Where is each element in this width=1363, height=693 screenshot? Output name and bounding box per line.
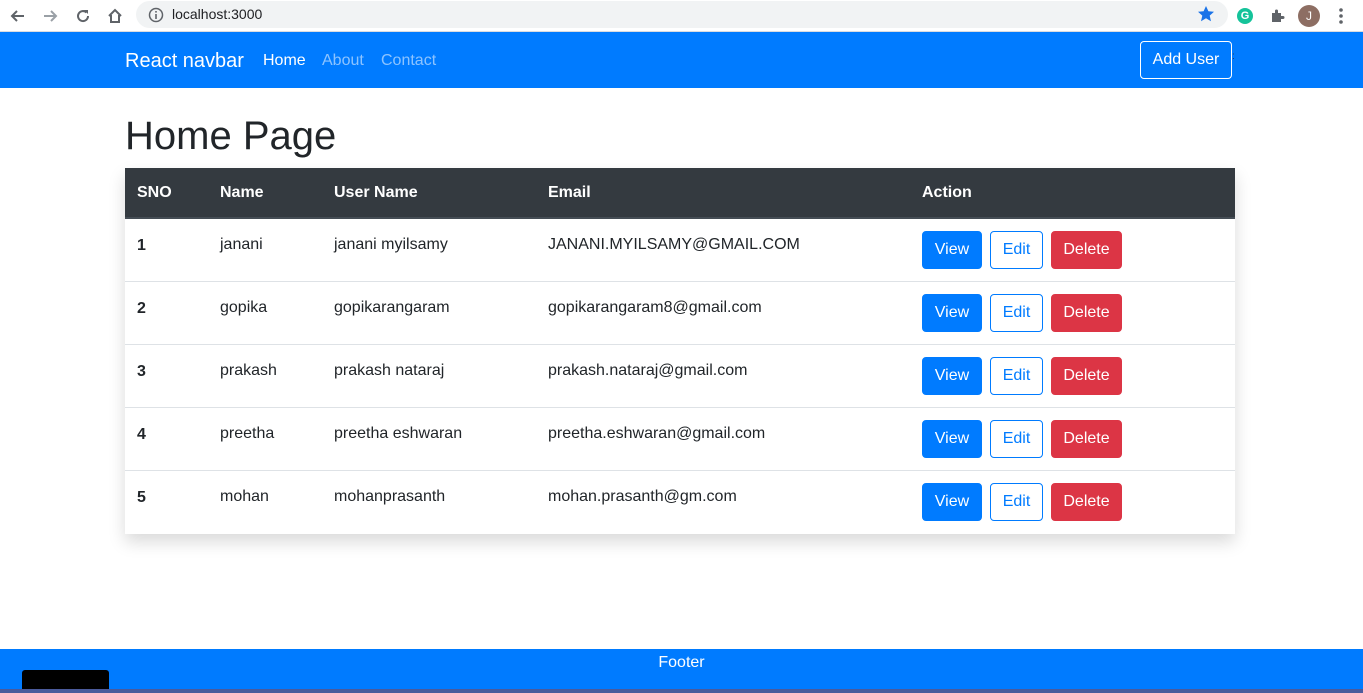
- cell-email: mohan.prasanth@gm.com: [548, 487, 737, 505]
- view-button[interactable]: View: [922, 293, 982, 332]
- address-bar[interactable]: localhost:3000: [136, 1, 1228, 28]
- column-header-action: Action: [910, 168, 1235, 219]
- reload-icon[interactable]: [71, 4, 95, 28]
- info-icon[interactable]: [148, 7, 164, 28]
- drag-handle-icon: :: [1232, 51, 1235, 62]
- more-menu-icon[interactable]: [1329, 4, 1353, 28]
- table-header-row: SNO Name User Name Email Action: [125, 168, 1235, 219]
- grammarly-extension-icon[interactable]: G: [1233, 4, 1257, 28]
- view-button[interactable]: View: [922, 482, 982, 521]
- cell-actions: View Edit Delete: [910, 281, 1235, 344]
- cell-name: gopika: [220, 298, 268, 316]
- cell-name: janani: [220, 236, 263, 253]
- home-icon[interactable]: [103, 4, 127, 28]
- add-user-button[interactable]: Add User: [1140, 41, 1232, 79]
- cell-sno: 2: [137, 299, 146, 317]
- table-row: 3 prakash prakash nataraj prakash.natara…: [125, 344, 1235, 407]
- cell-actions: View Edit Delete: [910, 344, 1235, 407]
- table-row: 1 janani janani myilsamy JANANI.MYILSAMY…: [125, 218, 1235, 281]
- url-text: localhost:3000: [172, 6, 263, 22]
- cell-actions: View Edit Delete: [910, 218, 1235, 281]
- column-header-username: User Name: [322, 168, 536, 219]
- forward-icon[interactable]: [38, 4, 62, 28]
- cell-name: mohan: [220, 487, 269, 505]
- cell-username: prakash nataraj: [334, 361, 445, 379]
- page-footer: Footer: [0, 649, 1363, 693]
- edit-button[interactable]: Edit: [990, 231, 1043, 269]
- nav-link-contact[interactable]: Contact: [381, 52, 436, 70]
- cell-actions: View Edit Delete: [910, 407, 1235, 470]
- cell-email: prakash.nataraj@gmail.com: [548, 361, 748, 379]
- app-navbar: React navbar Home About Contact Add User…: [0, 32, 1363, 88]
- delete-button[interactable]: Delete: [1051, 419, 1122, 458]
- view-button[interactable]: View: [922, 419, 982, 458]
- cell-username: gopikarangaram: [334, 298, 450, 316]
- edit-button[interactable]: Edit: [990, 293, 1043, 332]
- bookmark-star-icon[interactable]: [1196, 4, 1216, 29]
- cell-actions: View Edit Delete: [910, 470, 1235, 533]
- view-button[interactable]: View: [922, 356, 982, 395]
- page-title: Home Page: [125, 114, 337, 158]
- column-header-sno: SNO: [125, 168, 208, 219]
- cell-email: JANANI.MYILSAMY@GMAIL.COM: [548, 236, 800, 253]
- users-table: SNO Name User Name Email Action 1 janani…: [125, 168, 1235, 534]
- cell-username: janani myilsamy: [334, 236, 448, 253]
- delete-button[interactable]: Delete: [1051, 356, 1122, 395]
- cell-name: preetha: [220, 424, 275, 442]
- cell-username: mohanprasanth: [334, 487, 446, 505]
- cell-email: preetha.eshwaran@gmail.com: [548, 424, 766, 442]
- extensions-puzzle-icon[interactable]: [1265, 4, 1289, 28]
- back-icon[interactable]: [6, 4, 30, 28]
- footer-text: Footer: [658, 654, 705, 671]
- nav-link-home[interactable]: Home: [263, 52, 306, 70]
- taskbar-strip: [0, 689, 1363, 693]
- browser-toolbar: localhost:3000 G J: [0, 0, 1363, 32]
- delete-button[interactable]: Delete: [1051, 482, 1122, 521]
- table-row: 5 mohan mohanprasanth mohan.prasanth@gm.…: [125, 470, 1235, 533]
- cell-username: preetha eshwaran: [334, 424, 463, 442]
- nav-link-about[interactable]: About: [322, 52, 364, 70]
- profile-avatar[interactable]: J: [1297, 4, 1321, 28]
- edit-button[interactable]: Edit: [990, 419, 1043, 458]
- cell-sno: 1: [137, 237, 146, 254]
- cell-name: prakash: [220, 361, 277, 379]
- delete-button[interactable]: Delete: [1051, 293, 1122, 332]
- cell-email: gopikarangaram8@gmail.com: [548, 298, 762, 316]
- cell-sno: 3: [137, 362, 146, 380]
- column-header-name: Name: [208, 168, 322, 219]
- table-row: 2 gopika gopikarangaram gopikarangaram8@…: [125, 281, 1235, 344]
- delete-button[interactable]: Delete: [1051, 231, 1122, 269]
- cell-sno: 4: [137, 425, 146, 443]
- edit-button[interactable]: Edit: [990, 482, 1043, 521]
- column-header-email: Email: [536, 168, 910, 219]
- cell-sno: 5: [137, 488, 146, 506]
- edit-button[interactable]: Edit: [990, 356, 1043, 395]
- table-row: 4 preetha preetha eshwaran preetha.eshwa…: [125, 407, 1235, 470]
- navbar-brand[interactable]: React navbar: [125, 50, 244, 73]
- view-button[interactable]: View: [922, 231, 982, 269]
